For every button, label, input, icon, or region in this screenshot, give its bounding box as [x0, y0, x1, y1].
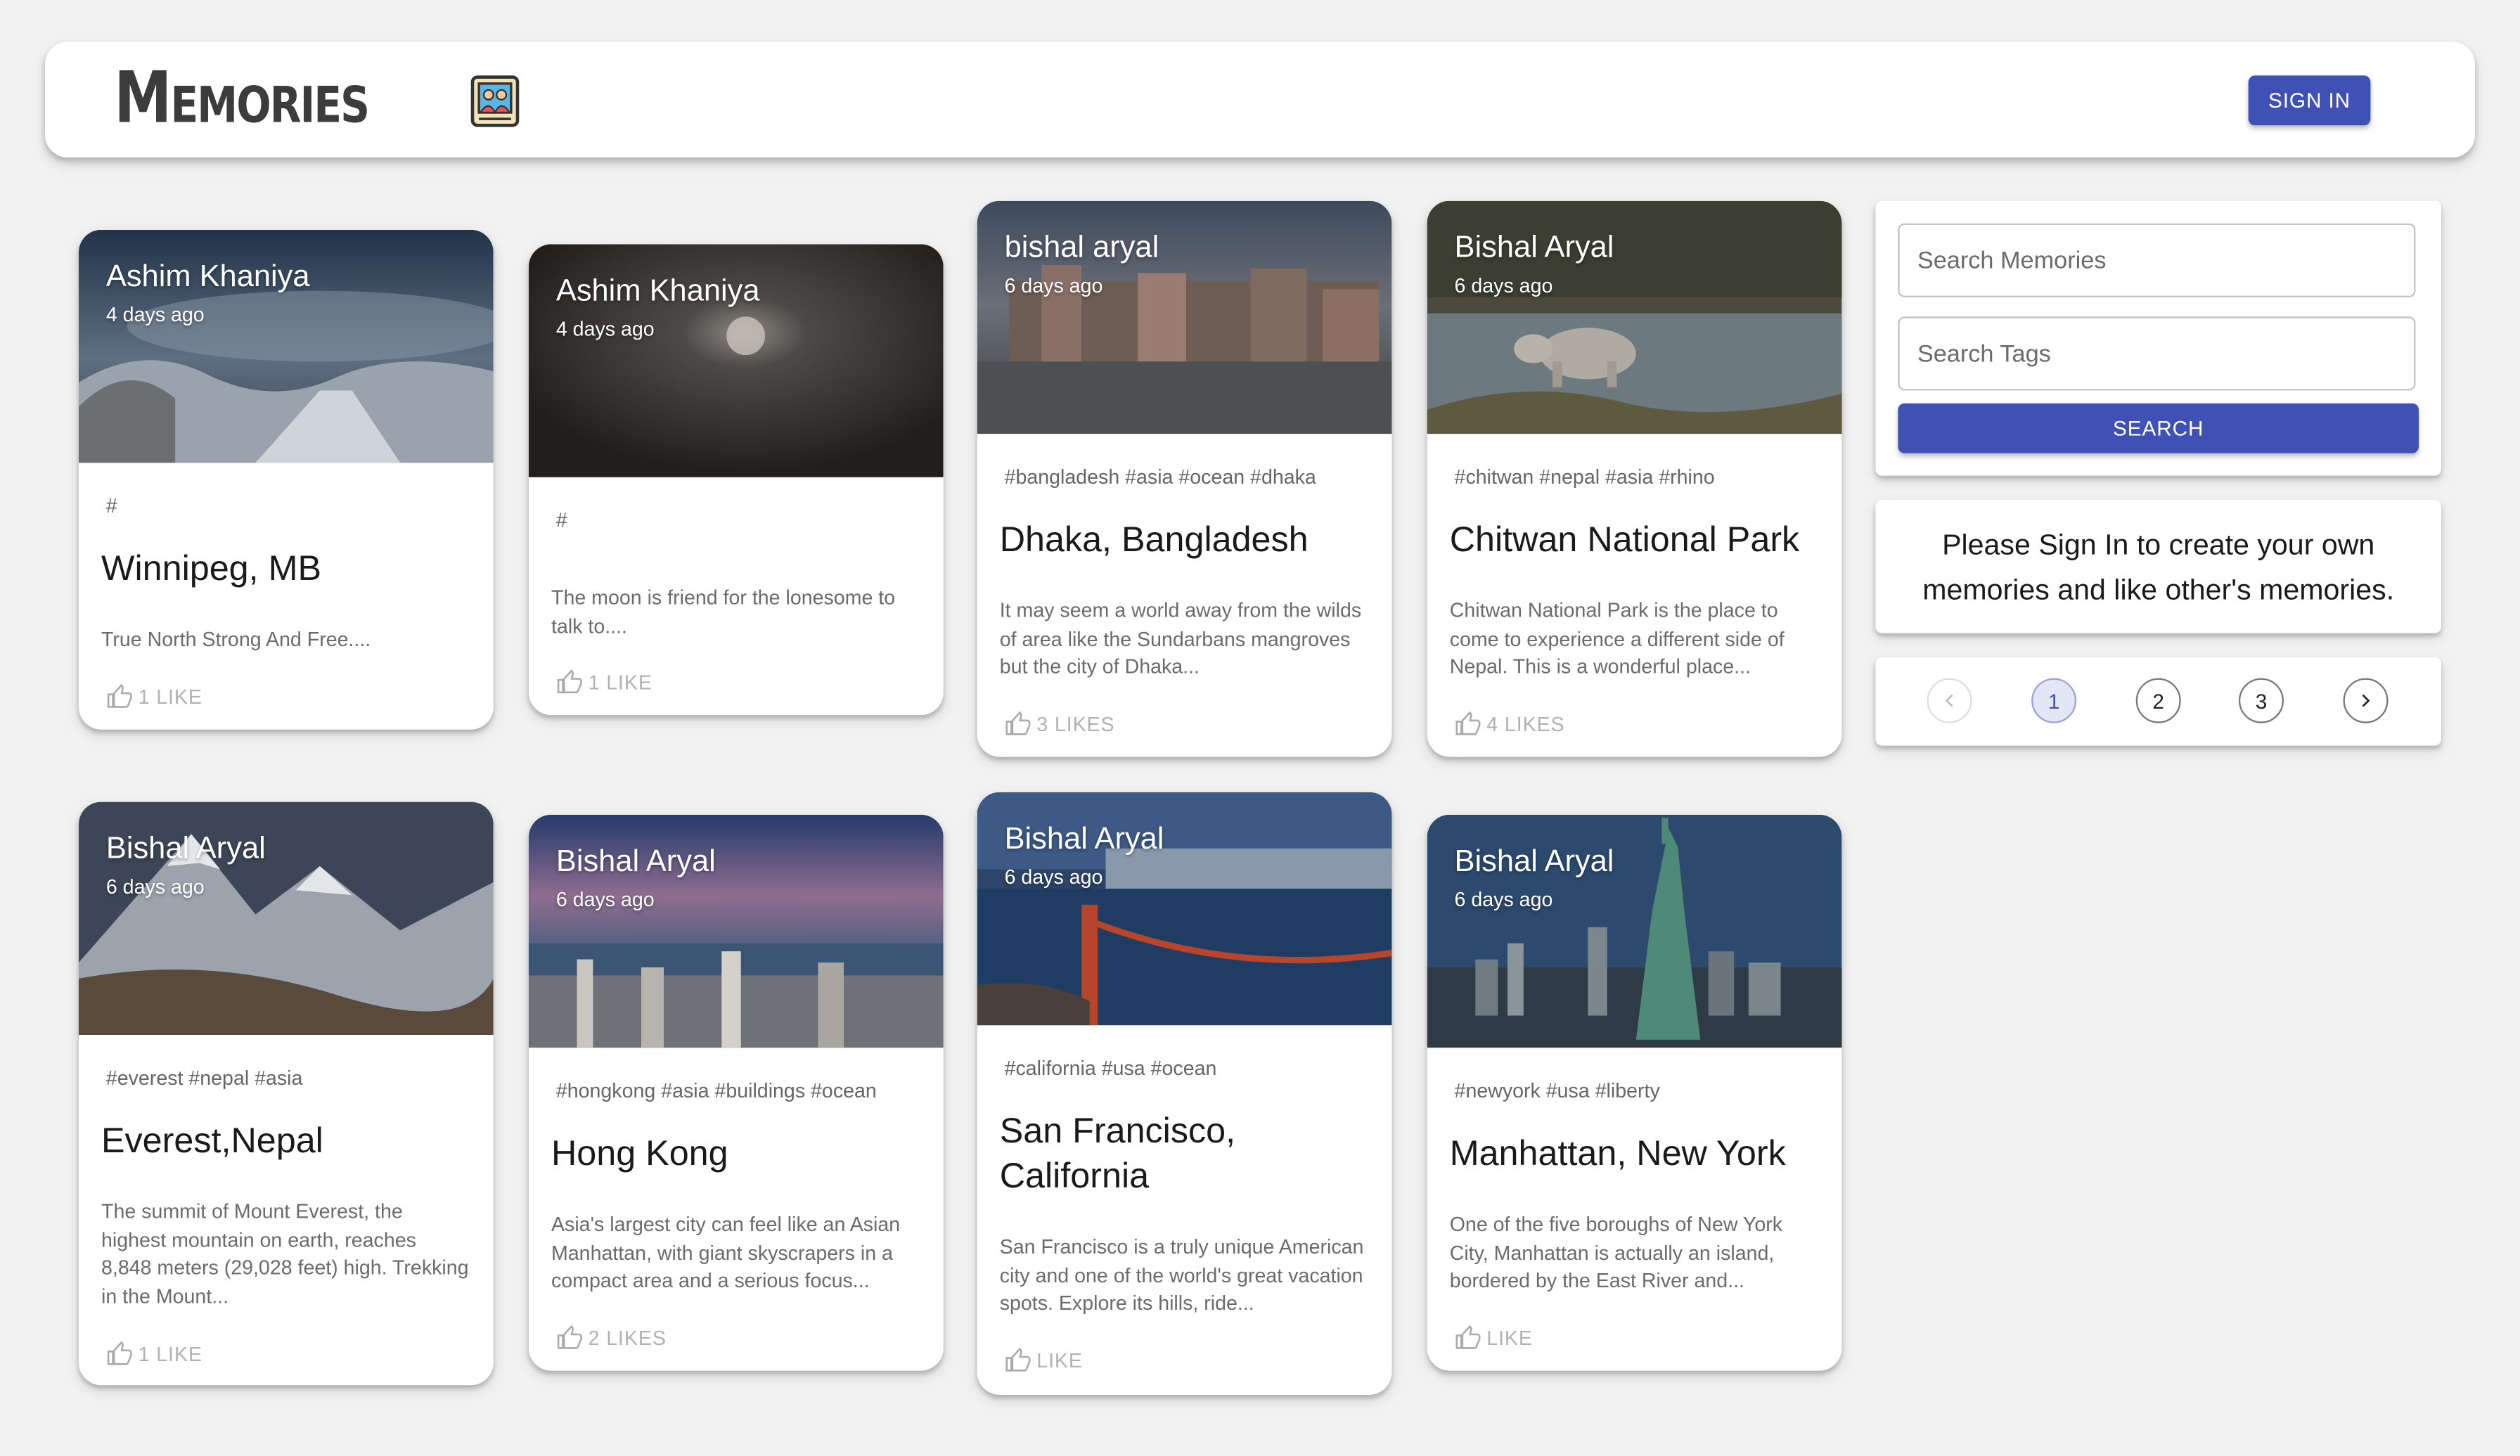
post-description: One of the five boroughs of New York Cit… — [1449, 1213, 1783, 1292]
page-2-button[interactable]: 2 — [2135, 678, 2181, 723]
thumb-up-icon — [107, 1341, 132, 1365]
post-author: Ashim Khaniya — [105, 260, 310, 295]
thumb-up-icon — [1455, 1325, 1481, 1349]
post-title: Dhaka, Bangladesh — [999, 519, 1309, 560]
search-button[interactable]: SEARCH — [1898, 403, 2419, 453]
thumb-up-icon — [557, 669, 582, 694]
like-button[interactable]: LIKE — [1005, 1346, 1083, 1374]
like-count: 1 LIKE — [138, 685, 202, 708]
sign-in-notice-text: Please Sign In to create your own memori… — [1922, 528, 2395, 606]
post-time: 4 days ago — [555, 318, 655, 341]
search-panel: SEARCH — [1875, 200, 2441, 476]
post-tags: #newyork #usa #liberty — [1454, 1079, 1660, 1102]
like-count: 1 LIKE — [138, 1342, 202, 1365]
search-tags-input[interactable] — [1898, 316, 2416, 391]
card-media: Ashim Khaniya 4 days ago — [528, 244, 944, 477]
like-count: 4 LIKES — [1486, 712, 1565, 735]
like-count: 3 LIKES — [1036, 712, 1115, 735]
post-title: Chitwan National Park — [1449, 519, 1800, 560]
thumb-up-icon — [1005, 1347, 1031, 1372]
sign-in-button[interactable]: SIGN IN — [2248, 75, 2371, 126]
post-description: San Francisco is a truly unique American… — [999, 1235, 1364, 1315]
post-time: 4 days ago — [105, 303, 205, 326]
post-author: Bishal Aryal — [1454, 845, 1614, 880]
memory-card[interactable]: Bishal Aryal 6 days ago #hongkong #asia … — [528, 814, 944, 1371]
card-media: bishal aryal 6 days ago — [977, 200, 1392, 434]
card-media: Bishal Aryal 6 days ago — [528, 814, 944, 1048]
memory-card[interactable]: Bishal Aryal 6 days ago #newyork #usa #l… — [1427, 814, 1842, 1371]
post-time: 6 days ago — [555, 888, 655, 911]
post-title: San Francisco, California — [999, 1110, 1236, 1196]
post-description: True North Strong And Free.... — [101, 628, 371, 651]
like-count: LIKE — [1036, 1348, 1083, 1372]
like-count: LIKE — [1486, 1326, 1533, 1349]
chevron-left-icon — [1945, 694, 1953, 707]
thumb-up-icon — [107, 683, 132, 708]
app: Memories SIGN IN Ashim Khaniya 4 days ag… — [0, 0, 2520, 1456]
post-time: 6 days ago — [105, 875, 205, 898]
post-author: Bishal Aryal — [1454, 231, 1614, 266]
thumb-up-icon — [1455, 711, 1481, 735]
post-description: Chitwan National Park is the place to co… — [1449, 599, 1785, 678]
memory-card[interactable]: Bishal Aryal 6 days ago #chitwan #nepal … — [1427, 200, 1842, 757]
post-tags: #hongkong #asia #buildings #ocean — [555, 1079, 877, 1102]
like-button[interactable]: 3 LIKES — [1005, 710, 1115, 737]
post-description: It may seem a world away from the wilds … — [999, 599, 1362, 678]
next-page-button[interactable] — [2343, 678, 2389, 723]
card-media: Bishal Aryal 6 days ago — [1427, 814, 1842, 1048]
post-author: Bishal Aryal — [105, 832, 266, 866]
post-title: Manhattan, New York — [1449, 1133, 1786, 1173]
memory-card[interactable]: bishal aryal 6 days ago #bangladesh #asi… — [977, 200, 1392, 757]
card-media: Bishal Aryal 6 days ago — [78, 801, 494, 1035]
post-description: The moon is friend for the lonesome to t… — [551, 586, 896, 638]
memory-card[interactable]: Ashim Khaniya 4 days ago # Winnipeg, MB … — [78, 229, 494, 730]
post-tags: #california #usa #ocean — [1004, 1057, 1217, 1080]
like-button[interactable]: 1 LIKE — [106, 1340, 202, 1367]
like-button[interactable]: 4 LIKES — [1455, 710, 1565, 737]
post-title: Hong Kong — [551, 1133, 728, 1173]
post-description: Asia's largest city can feel like an Asi… — [551, 1213, 901, 1292]
memory-card[interactable]: Bishal Aryal 6 days ago #california #usa… — [977, 792, 1392, 1395]
search-memories-input[interactable] — [1898, 223, 2416, 297]
thumb-up-icon — [557, 1325, 582, 1349]
like-count: 2 LIKES — [588, 1326, 667, 1349]
thumb-up-icon — [1005, 711, 1031, 735]
post-author: Bishal Aryal — [1004, 823, 1164, 857]
page-1-button[interactable]: 1 — [2031, 678, 2077, 723]
page-3-button[interactable]: 3 — [2238, 678, 2284, 723]
like-count: 1 LIKE — [588, 671, 652, 694]
memory-card[interactable]: Bishal Aryal 6 days ago #everest #nepal … — [78, 801, 494, 1386]
chevron-right-icon — [2362, 694, 2370, 707]
pagination: 1 2 3 — [1875, 657, 2441, 746]
post-time: 6 days ago — [1004, 274, 1103, 297]
like-button[interactable]: LIKE — [1455, 1324, 1533, 1351]
post-description: The summit of Mount Everest, the highest… — [101, 1200, 469, 1308]
card-media: Bishal Aryal 6 days ago — [1427, 200, 1842, 434]
prev-page-button[interactable] — [1927, 678, 1972, 723]
post-time: 6 days ago — [1454, 888, 1553, 911]
like-button[interactable]: 2 LIKES — [556, 1324, 667, 1351]
post-title: Winnipeg, MB — [101, 548, 322, 588]
memory-card[interactable]: Ashim Khaniya 4 days ago # The moon is f… — [528, 244, 944, 716]
like-button[interactable]: 1 LIKE — [106, 683, 202, 710]
post-author: Bishal Aryal — [555, 845, 716, 880]
post-author: bishal aryal — [1004, 231, 1159, 266]
post-tags: #everest #nepal #asia — [105, 1067, 303, 1090]
post-time: 6 days ago — [1004, 865, 1103, 889]
sign-in-notice: Please Sign In to create your own memori… — [1875, 499, 2441, 633]
like-button[interactable]: 1 LIKE — [556, 669, 652, 696]
brand-title[interactable]: Memories — [114, 60, 370, 138]
post-time: 6 days ago — [1454, 274, 1553, 297]
card-media: Bishal Aryal 6 days ago — [977, 792, 1392, 1026]
photo-album-icon — [470, 75, 520, 127]
app-bar: Memories SIGN IN — [44, 41, 2475, 157]
post-author: Ashim Khaniya — [555, 274, 760, 309]
post-tags: # — [105, 494, 117, 517]
post-tags: #bangladesh #asia #ocean #dhaka — [1004, 465, 1316, 489]
post-tags: # — [555, 509, 567, 532]
card-media: Ashim Khaniya 4 days ago — [78, 229, 494, 463]
post-tags: #chitwan #nepal #asia #rhino — [1454, 465, 1715, 489]
post-title: Everest,Nepal — [101, 1120, 323, 1161]
